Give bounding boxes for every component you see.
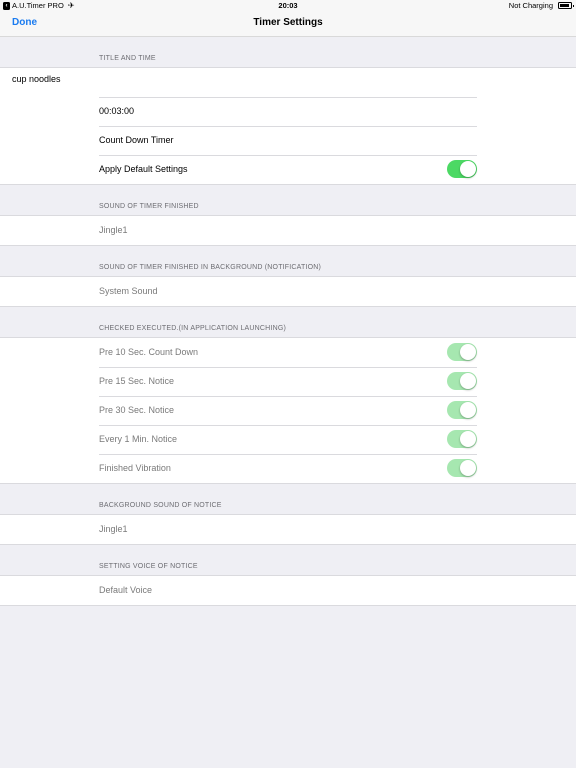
title-field[interactable]: cup noodles	[0, 68, 576, 97]
background-sound-row[interactable]: System Sound	[0, 277, 576, 306]
title-value: cup noodles	[12, 74, 61, 84]
toggle-knob	[460, 373, 476, 389]
battery-icon	[558, 2, 574, 9]
notice-sound-group: Jingle1	[0, 514, 576, 545]
checked-item-label: Pre 15 Sec. Notice	[99, 376, 175, 386]
voice-row[interactable]: Default Voice	[0, 576, 576, 605]
section-header-voice: SETTING VOICE OF NOTICE	[0, 545, 576, 575]
section-header-label: BACKGROUND SOUND OF NOTICE	[99, 502, 222, 509]
background-sound-group: System Sound	[0, 276, 576, 307]
checked-item-row: Pre 15 Sec. Notice	[0, 367, 576, 396]
notice-sound-value: Jingle1	[99, 524, 128, 534]
toggle-knob	[460, 344, 476, 360]
toggle-knob	[460, 460, 476, 476]
voice-group: Default Voice	[0, 575, 576, 606]
status-right: Not Charging	[508, 1, 574, 10]
checked-item-label: Finished Vibration	[99, 463, 171, 473]
settings-list: TITLE AND TIME cup noodles 00:03:00 Coun…	[0, 37, 576, 606]
checked-group: Pre 10 Sec. Count Down Pre 15 Sec. Notic…	[0, 337, 576, 484]
checked-item-label: Pre 10 Sec. Count Down	[99, 347, 199, 357]
title-time-group: cup noodles 00:03:00 Count Down Timer Ap…	[0, 67, 576, 185]
section-header-notice-sound: BACKGROUND SOUND OF NOTICE	[0, 484, 576, 514]
section-header-title-time: TITLE AND TIME	[0, 37, 576, 67]
status-time: 20:03	[278, 1, 298, 10]
pre-15-sec-toggle[interactable]	[447, 372, 477, 390]
voice-value: Default Voice	[99, 585, 153, 595]
section-header-finished-sound: SOUND OF TIMER FINISHED	[0, 185, 576, 215]
section-header-label: TITLE AND TIME	[99, 55, 156, 62]
apply-default-toggle[interactable]	[447, 160, 477, 178]
checked-item-label: Every 1 Min. Notice	[99, 434, 178, 444]
time-row[interactable]: 00:03:00	[0, 97, 576, 126]
pre-10-sec-toggle[interactable]	[447, 343, 477, 361]
toggle-knob	[460, 402, 476, 418]
section-header-label: SOUND OF TIMER FINISHED IN BACKGROUND (N…	[99, 264, 322, 271]
finished-sound-row[interactable]: Jingle1	[0, 216, 576, 245]
section-header-label: SOUND OF TIMER FINISHED	[99, 203, 199, 210]
finished-sound-group: Jingle1	[0, 215, 576, 246]
apply-default-row: Apply Default Settings	[0, 155, 576, 184]
background-sound-value: System Sound	[99, 286, 158, 296]
checked-item-row: Finished Vibration	[0, 454, 576, 483]
section-header-background-sound: SOUND OF TIMER FINISHED IN BACKGROUND (N…	[0, 246, 576, 276]
apply-default-label: Apply Default Settings	[99, 164, 188, 174]
toggle-knob	[460, 161, 476, 177]
timer-mode-row[interactable]: Count Down Timer	[0, 126, 576, 155]
checked-item-row: Pre 30 Sec. Notice	[0, 396, 576, 425]
page-title: Timer Settings	[253, 17, 323, 28]
checked-item-row: Every 1 Min. Notice	[0, 425, 576, 454]
finished-vibration-toggle[interactable]	[447, 459, 477, 477]
checked-item-row: Pre 10 Sec. Count Down	[0, 338, 576, 367]
section-header-label: CHECKED EXECUTED.(IN APPLICATION LAUNCHI…	[99, 325, 286, 332]
time-value: 00:03:00	[99, 106, 135, 116]
finished-sound-value: Jingle1	[99, 225, 128, 235]
charging-status: Not Charging	[508, 1, 553, 10]
navigation-bar: Done Timer Settings	[0, 12, 576, 37]
every-1-min-toggle[interactable]	[447, 430, 477, 448]
pre-30-sec-toggle[interactable]	[447, 401, 477, 419]
toggle-knob	[460, 431, 476, 447]
timer-mode-label: Count Down Timer	[99, 135, 174, 145]
checked-item-label: Pre 30 Sec. Notice	[99, 405, 175, 415]
section-header-checked: CHECKED EXECUTED.(IN APPLICATION LAUNCHI…	[0, 307, 576, 337]
notice-sound-row[interactable]: Jingle1	[0, 515, 576, 544]
status-bar: ‹ A.U.Timer PRO ✈ 20:03 Not Charging	[0, 0, 576, 12]
section-header-label: SETTING VOICE OF NOTICE	[99, 563, 198, 570]
